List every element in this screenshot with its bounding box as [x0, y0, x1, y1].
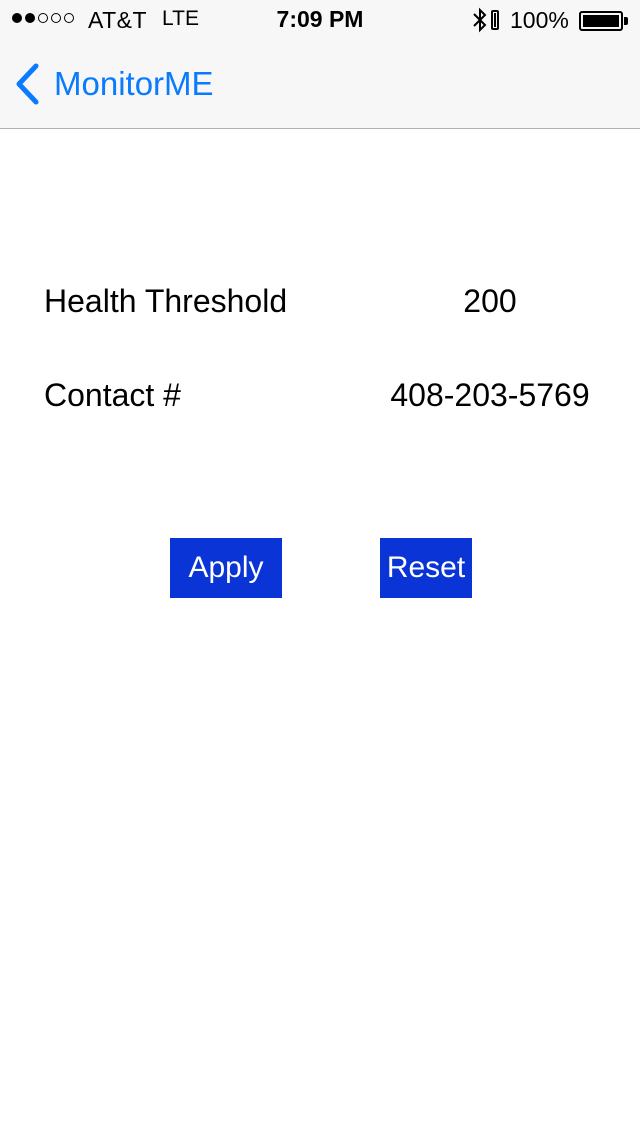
status-bar: AT&T LTE 7:09 PM 100%	[0, 0, 640, 40]
chevron-left-icon	[16, 63, 39, 105]
health-threshold-row: Health Threshold	[0, 276, 640, 326]
navigation-bar: MonitorME	[0, 40, 640, 129]
back-button-label: MonitorME	[54, 65, 214, 102]
health-threshold-input[interactable]	[370, 276, 610, 326]
reset-button[interactable]: Reset	[380, 538, 472, 598]
bluetooth-icon	[473, 7, 487, 33]
battery-cap	[624, 17, 628, 25]
battery-charging-icon	[491, 10, 499, 30]
contact-label: Contact #	[44, 377, 181, 413]
back-button[interactable]: MonitorME	[14, 62, 214, 106]
battery-level	[583, 15, 619, 27]
health-threshold-label: Health Threshold	[44, 283, 288, 319]
screen: AT&T LTE 7:09 PM 100% MonitorME Health T…	[0, 0, 640, 1136]
apply-button[interactable]: Apply	[170, 538, 282, 598]
battery-icon	[579, 11, 623, 31]
contact-number-input[interactable]	[370, 370, 610, 420]
contact-row: Contact #	[0, 370, 640, 420]
battery-percent: 100%	[510, 7, 569, 33]
